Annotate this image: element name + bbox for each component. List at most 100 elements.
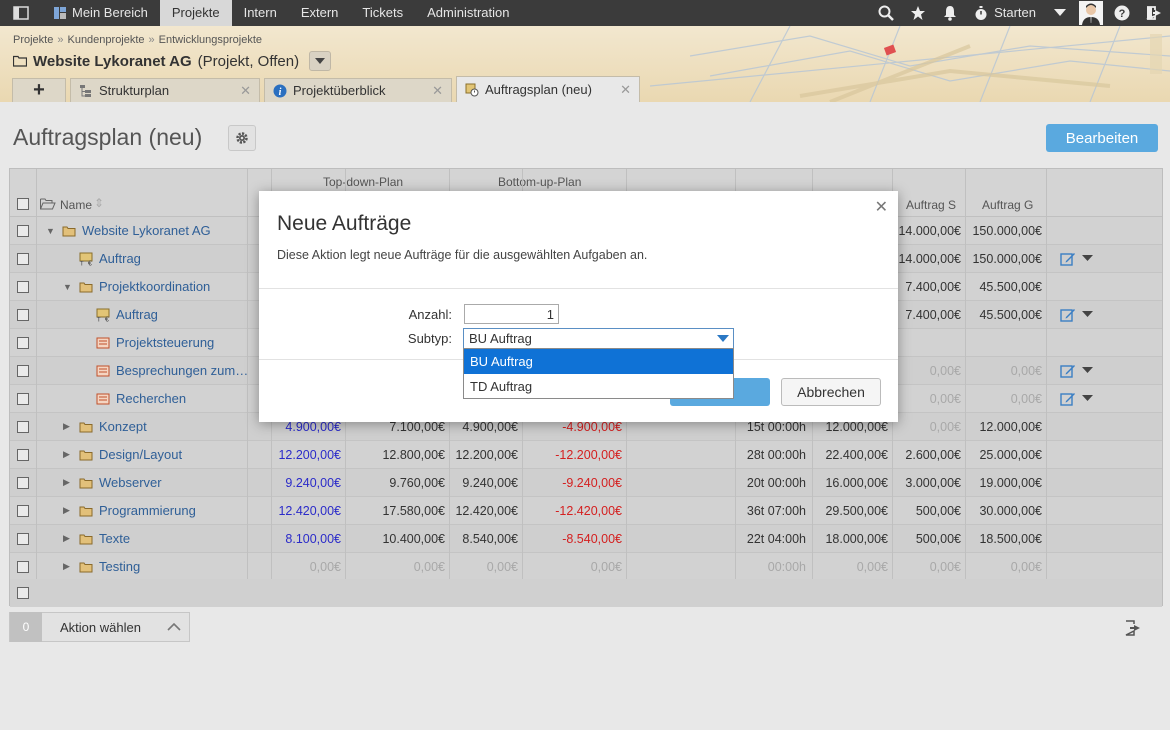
nav-administration[interactable]: Administration bbox=[415, 0, 521, 26]
row-name[interactable]: ▶ Konzept bbox=[63, 419, 147, 434]
row-name[interactable]: Projektsteuerung bbox=[80, 335, 214, 350]
row-name[interactable]: ▶ Programmierung bbox=[63, 503, 196, 518]
table-row[interactable]: ▶ Design/Layout 12.200,00€ 12.800,00€ 12.200… bbox=[10, 441, 1162, 469]
cancel-button[interactable]: Abbrechen bbox=[781, 378, 881, 406]
project-header: Projekte» Kundenprojekte» Entwicklungsproj… bbox=[0, 26, 1170, 102]
add-tab-button[interactable]: + bbox=[12, 78, 66, 102]
row-name[interactable]: ▶ Webserver bbox=[63, 475, 162, 490]
table-footer-row bbox=[10, 579, 1162, 607]
row-checkbox[interactable] bbox=[17, 561, 29, 573]
table-row[interactable]: ▶ Programmierung 12.420,00€ 17.580,00€ 12.42… bbox=[10, 497, 1162, 525]
row-name[interactable]: ▶ Texte bbox=[63, 531, 130, 546]
column-header-name[interactable]: Name bbox=[60, 198, 92, 212]
tab-label: Auftragsplan (neu) bbox=[485, 82, 592, 97]
row-name[interactable]: € T Auftrag bbox=[63, 251, 141, 266]
row-checkbox[interactable] bbox=[17, 477, 29, 489]
nav-intern[interactable]: Intern bbox=[232, 0, 289, 26]
table-row[interactable]: ▶ Webserver 9.240,00€ 9.760,00€ 9.240,00€ -9.… bbox=[10, 469, 1162, 497]
row-checkbox[interactable] bbox=[17, 281, 29, 293]
row-checkbox[interactable] bbox=[17, 421, 29, 433]
row-checkbox[interactable] bbox=[17, 393, 29, 405]
nav-tickets[interactable]: Tickets bbox=[350, 0, 415, 26]
tab-strukturplan[interactable]: Strukturplan ✕ bbox=[70, 78, 260, 102]
cell-c2: 12.800,00€ bbox=[382, 448, 445, 462]
breadcrumb-item[interactable]: Kundenprojekte bbox=[67, 34, 144, 46]
row-name[interactable]: ▼ Website Lykoranet AG bbox=[46, 223, 211, 238]
row-name[interactable]: Recherchen bbox=[80, 391, 186, 406]
table-row[interactable]: ▶ Texte 8.100,00€ 10.400,00€ 8.540,00€ -8.540… bbox=[10, 525, 1162, 553]
chevron-down-icon[interactable] bbox=[1044, 0, 1076, 26]
action-selector[interactable]: 0 Aktion wählen bbox=[9, 612, 190, 642]
nav-extern[interactable]: Extern bbox=[289, 0, 351, 26]
breadcrumb-item[interactable]: Entwicklungsprojekte bbox=[159, 34, 262, 46]
cell-s: 7.400,00€ bbox=[905, 280, 961, 294]
close-icon[interactable]: ✕ bbox=[240, 83, 251, 99]
sort-icon[interactable]: ⇕ bbox=[94, 196, 104, 210]
expand-icon[interactable]: ▶ bbox=[63, 561, 75, 572]
expand-icon[interactable]: ▶ bbox=[63, 505, 75, 516]
chevron-down-icon[interactable] bbox=[1082, 367, 1093, 374]
cell-c5: 36t 07:00h bbox=[746, 504, 806, 518]
breadcrumb-item[interactable]: Projekte bbox=[13, 34, 53, 46]
row-name[interactable]: ▶ Testing bbox=[63, 559, 140, 574]
expand-icon[interactable]: ▶ bbox=[63, 421, 75, 432]
top-navigation: Mein Bereich Projekte Intern Extern Tick… bbox=[0, 0, 1170, 26]
row-name[interactable]: ▼ Projektkoordination bbox=[63, 279, 210, 294]
footer-checkbox[interactable] bbox=[17, 587, 29, 599]
close-icon[interactable]: ✕ bbox=[432, 83, 443, 99]
order-icon: €T bbox=[96, 308, 110, 322]
starten-button[interactable]: Starten bbox=[966, 0, 1044, 26]
nav-mein-bereich[interactable]: Mein Bereich bbox=[42, 0, 160, 26]
settings-button[interactable] bbox=[228, 125, 256, 151]
column-header-auftrag-g[interactable]: Auftrag G bbox=[982, 198, 1033, 212]
search-icon[interactable] bbox=[870, 0, 902, 26]
edit-icon[interactable] bbox=[1060, 363, 1076, 378]
nav-projekte[interactable]: Projekte bbox=[159, 0, 232, 26]
tab-projektueberblick[interactable]: i Projektüberblick ✕ bbox=[264, 78, 452, 102]
select-all-checkbox[interactable] bbox=[17, 198, 29, 210]
option-td-auftrag[interactable]: TD Auftrag bbox=[464, 374, 733, 399]
avatar[interactable] bbox=[1076, 0, 1106, 26]
row-checkbox[interactable] bbox=[17, 533, 29, 545]
divider bbox=[259, 288, 898, 289]
bell-icon[interactable] bbox=[934, 0, 966, 26]
chevron-down-icon[interactable] bbox=[1082, 255, 1093, 262]
expand-icon[interactable]: ▶ bbox=[63, 533, 75, 544]
edit-button[interactable]: Bearbeiten bbox=[1046, 124, 1158, 152]
star-icon[interactable] bbox=[902, 0, 934, 26]
expand-icon[interactable]: ▶ bbox=[63, 449, 75, 460]
column-header-auftrag-s[interactable]: Auftrag S bbox=[906, 198, 956, 212]
row-name[interactable]: ▶ Design/Layout bbox=[63, 447, 182, 462]
chevron-down-icon[interactable] bbox=[1082, 311, 1093, 318]
row-checkbox[interactable] bbox=[17, 365, 29, 377]
project-menu-button[interactable] bbox=[309, 51, 332, 71]
subtyp-select[interactable]: BU Auftrag bbox=[463, 328, 734, 349]
collapse-icon[interactable]: ▼ bbox=[46, 226, 58, 236]
row-checkbox[interactable] bbox=[17, 309, 29, 321]
row-name[interactable]: € T Auftrag bbox=[80, 307, 158, 322]
edit-icon[interactable] bbox=[1060, 307, 1076, 322]
export-icon[interactable] bbox=[1123, 619, 1141, 637]
row-checkbox[interactable] bbox=[17, 337, 29, 349]
tab-auftragsplan[interactable]: Auftragsplan (neu) ✕ bbox=[456, 76, 640, 102]
nav-label: Intern bbox=[243, 5, 277, 20]
close-icon[interactable]: ✕ bbox=[875, 197, 888, 217]
collapse-icon[interactable]: ▼ bbox=[63, 282, 75, 292]
row-name-label: Webserver bbox=[99, 475, 162, 490]
table-row[interactable]: ▶ Testing 0,00€ 0,00€ 0,00€ 0,00€ 00:00h 0,00€ 0… bbox=[10, 553, 1162, 581]
row-name[interactable]: Besprechungen zum… bbox=[80, 363, 248, 378]
anzahl-input[interactable] bbox=[464, 304, 559, 324]
chevron-down-icon[interactable] bbox=[1082, 395, 1093, 402]
edit-icon[interactable] bbox=[1060, 251, 1076, 266]
help-icon[interactable]: ? bbox=[1106, 0, 1138, 26]
row-checkbox[interactable] bbox=[17, 449, 29, 461]
logout-icon[interactable] bbox=[1138, 0, 1170, 26]
row-checkbox[interactable] bbox=[17, 505, 29, 517]
option-bu-auftrag[interactable]: BU Auftrag bbox=[464, 349, 733, 374]
close-icon[interactable]: ✕ bbox=[620, 82, 631, 98]
row-checkbox[interactable] bbox=[17, 253, 29, 265]
expand-icon[interactable]: ▶ bbox=[63, 477, 75, 488]
edit-icon[interactable] bbox=[1060, 391, 1076, 406]
row-checkbox[interactable] bbox=[17, 225, 29, 237]
sidebar-toggle-icon[interactable] bbox=[0, 0, 42, 26]
